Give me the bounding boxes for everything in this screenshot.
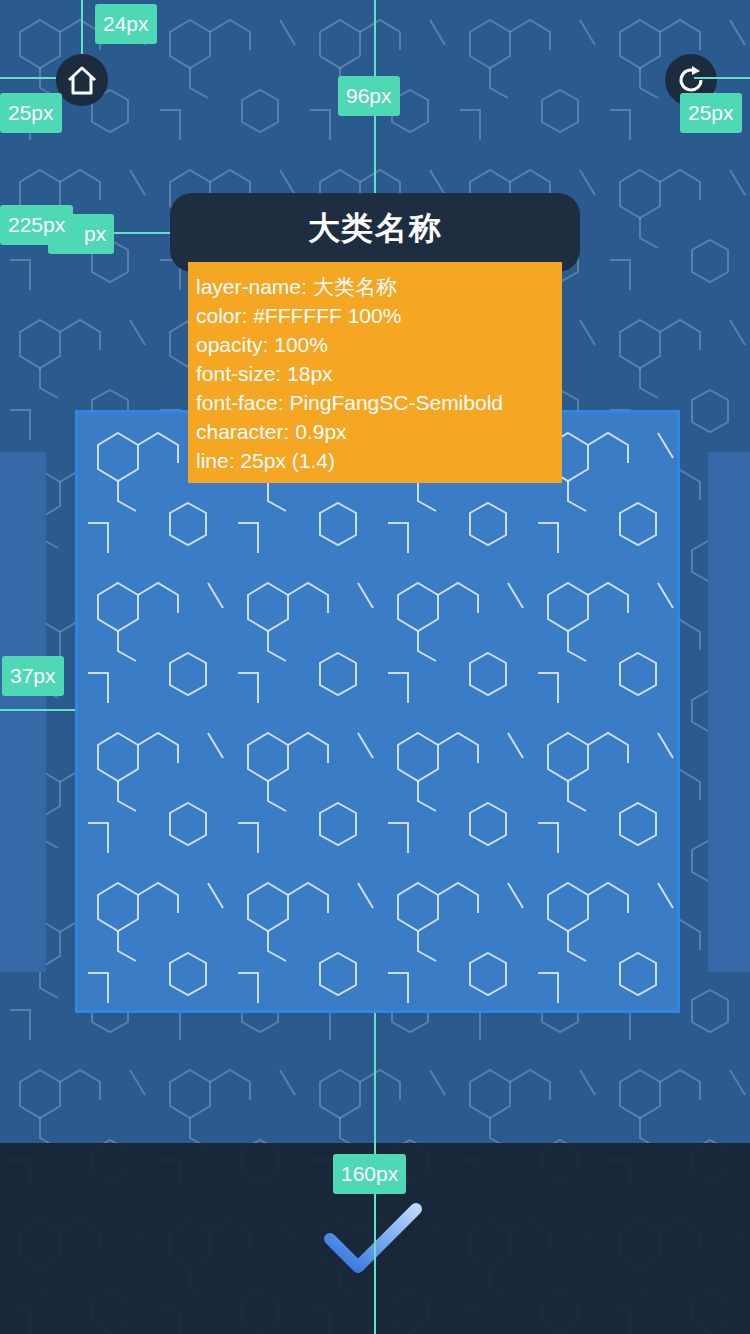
pattern-card[interactable] (75, 410, 680, 1013)
pattern-card[interactable] (708, 452, 750, 972)
measure-label: 96px (338, 76, 400, 116)
measure-label: 25px (0, 93, 62, 133)
measure-line (0, 77, 56, 79)
spec-line: character: 0.9px (196, 417, 554, 446)
spec-line: line: 25px (1.4) (196, 446, 554, 475)
spec-tooltip: layer-name: 大类名称color: #FFFFFF 100%opaci… (188, 262, 562, 483)
home-button[interactable] (56, 54, 108, 106)
pattern-card[interactable] (0, 452, 46, 972)
category-title: 大类名称 (170, 193, 580, 272)
spec-line: font-face: PingFangSC-Semibold (196, 388, 554, 417)
spec-line: opacity: 100% (196, 330, 554, 359)
card-carousel[interactable] (0, 410, 750, 1013)
measure-label: 160px (333, 1154, 406, 1194)
measure-line (694, 77, 750, 79)
spec-line: font-size: 18px (196, 359, 554, 388)
measure-line (0, 709, 75, 711)
chemistry-pattern-icon (78, 413, 680, 1013)
measure-label: 25px (680, 93, 742, 133)
measure-label: 24px (95, 4, 157, 44)
measure-line (81, 0, 83, 54)
measure-label: 225px (0, 205, 73, 245)
spec-line: color: #FFFFFF 100% (196, 301, 554, 330)
home-icon (64, 62, 100, 98)
measure-label: 37px (2, 656, 64, 696)
spec-line: layer-name: 大类名称 (196, 272, 554, 301)
